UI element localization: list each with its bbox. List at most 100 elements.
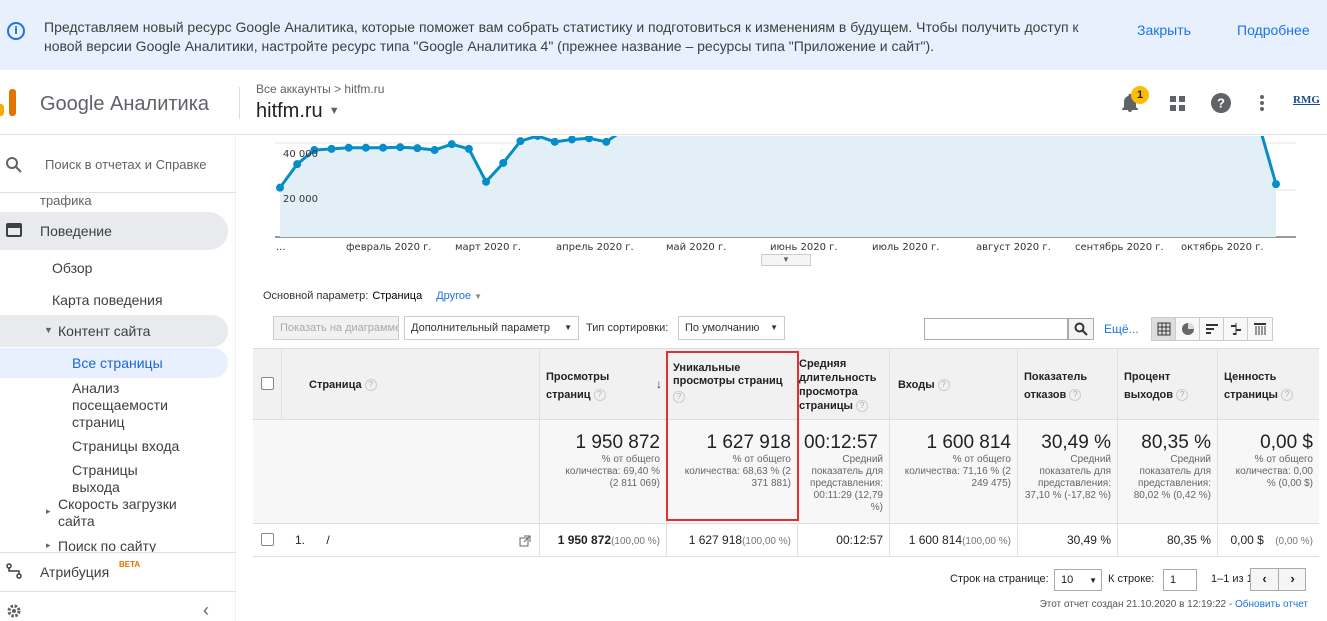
- open-external-icon[interactable]: [519, 535, 531, 547]
- help-icon[interactable]: ?: [1210, 92, 1232, 114]
- help-icon[interactable]: ?: [1069, 389, 1082, 402]
- triangle-right-icon: ▸: [46, 506, 51, 516]
- collapse-chevron-icon[interactable]: ‹: [203, 600, 209, 621]
- data-point[interactable]: [602, 137, 611, 146]
- sidebar-item-label: Контент сайта: [58, 323, 151, 339]
- help-icon[interactable]: ?: [1280, 389, 1293, 402]
- x-tick-label: ...: [276, 242, 286, 253]
- primary-dimension-current: Страница: [372, 290, 423, 302]
- sidebar-item-content-drilldown[interactable]: Анализ посещаемости страниц: [72, 380, 192, 431]
- prev-page-chevron-icon[interactable]: ‹: [1251, 569, 1279, 590]
- sidebar-item-exit-pages[interactable]: Страницы выхода: [72, 462, 162, 496]
- sidebar-item-all-pages[interactable]: Все страницы: [0, 348, 228, 378]
- row-checkbox[interactable]: [261, 533, 274, 546]
- help-icon[interactable]: ?: [937, 379, 950, 392]
- sidebar-item-behavior-flow[interactable]: Карта поведения: [52, 292, 163, 308]
- search-icon: [6, 157, 22, 173]
- sort-type-label: Тип сортировки:: [586, 322, 669, 334]
- data-point[interactable]: [516, 137, 525, 146]
- plot-rows-button[interactable]: Показать на диаграмме: [273, 316, 399, 340]
- cell-page: 1. /: [281, 524, 539, 557]
- data-point[interactable]: [550, 137, 559, 146]
- col-page[interactable]: Страница ?: [281, 349, 539, 421]
- cell-bounce-rate: 30,49 %: [1017, 524, 1117, 557]
- help-icon[interactable]: ?: [855, 400, 868, 413]
- pie-view-icon[interactable]: [1176, 318, 1200, 340]
- sidebar-item-site-speed[interactable]: ▸ Скорость загрузки сайта: [0, 496, 236, 530]
- triangle-down-icon: ▼: [44, 325, 53, 335]
- total-value: 0,00 $: [1260, 432, 1313, 453]
- settings-gear-icon[interactable]: [6, 603, 22, 619]
- data-point[interactable]: [1272, 180, 1280, 189]
- total-pageviews: 1 950 872% от общего количества: 69,40 %…: [539, 420, 666, 524]
- refresh-report-link[interactable]: Обновить отчет: [1235, 599, 1308, 610]
- col-pageviews[interactable]: Просмотры страниц ? ↓: [539, 349, 666, 421]
- data-point[interactable]: [499, 158, 508, 167]
- data-point[interactable]: [276, 183, 284, 192]
- comparison-view-icon[interactable]: [1224, 318, 1248, 340]
- data-point[interactable]: [361, 143, 370, 152]
- rows-per-page-select[interactable]: 10 ▼: [1054, 569, 1102, 591]
- info-icon: i: [7, 22, 25, 40]
- data-point[interactable]: [464, 144, 473, 153]
- total-value: 80,35 %: [1141, 432, 1211, 453]
- breadcrumb[interactable]: Все аккаунты > hitfm.ru: [256, 82, 384, 96]
- data-point[interactable]: [413, 144, 422, 153]
- cell-value: 0,00 $: [1230, 533, 1264, 547]
- sidebar-item-landing-pages[interactable]: Страницы входа: [72, 438, 179, 454]
- data-point[interactable]: [293, 160, 302, 169]
- col-page-value[interactable]: Ценность страницы ?: [1217, 349, 1319, 421]
- performance-view-icon[interactable]: [1200, 318, 1224, 340]
- report-search[interactable]: Поиск в отчетах и Справке: [0, 150, 236, 180]
- sidebar-item-attribution[interactable]: Атрибуция BETA: [0, 560, 236, 584]
- total-value: 1 950 872: [575, 432, 660, 453]
- y-tick-label: 20 000: [283, 194, 318, 205]
- next-page-chevron-icon[interactable]: ›: [1279, 569, 1306, 590]
- select-all-checkbox[interactable]: [261, 377, 274, 390]
- total-page-value: 0,00 $% от общего количества: 0,00 % (0,…: [1217, 420, 1319, 524]
- col-entrances[interactable]: Входы ?: [889, 349, 1017, 421]
- help-icon[interactable]: ?: [593, 389, 606, 402]
- data-point[interactable]: [379, 143, 388, 152]
- chart-resize-handle[interactable]: ▼: [761, 254, 811, 266]
- data-point[interactable]: [327, 144, 336, 153]
- other-dimension-dropdown[interactable]: Другое: [436, 290, 471, 302]
- col-avg-time[interactable]: Средняя длительность просмотра страницы …: [797, 349, 889, 421]
- sidebar-item-overview[interactable]: Обзор: [52, 260, 92, 276]
- data-point[interactable]: [396, 143, 405, 152]
- account-logo[interactable]: RMG: [1293, 94, 1320, 106]
- table-search-button[interactable]: [1068, 318, 1094, 340]
- total-note: % от общего количества: 71,16 % (2 249 4…: [904, 454, 1011, 489]
- sidebar-item-site-content[interactable]: ▼ Контент сайта: [0, 315, 228, 347]
- table-search-input[interactable]: [924, 318, 1068, 340]
- cell-page-value: 0,00 $ (0,00 %): [1217, 524, 1319, 557]
- more-vert-icon[interactable]: [1251, 92, 1273, 114]
- secondary-dimension-dropdown[interactable]: Дополнительный параметр ▼: [404, 316, 579, 340]
- line-chart: 40 000 20 000 ... февраль 2020 г. март 2…: [253, 110, 1327, 266]
- help-icon[interactable]: ?: [1176, 389, 1189, 402]
- sidebar-item-site-search[interactable]: ▸ Поиск по сайту: [0, 538, 236, 552]
- data-point[interactable]: [344, 143, 353, 152]
- details-banner-link[interactable]: Подробнее: [1237, 22, 1310, 38]
- data-point[interactable]: [430, 146, 439, 155]
- help-icon[interactable]: ?: [364, 379, 377, 392]
- advanced-link[interactable]: Ещё...: [1104, 322, 1139, 336]
- data-point[interactable]: [447, 140, 456, 149]
- sidebar-item-traffic-partial[interactable]: трафика: [40, 193, 92, 208]
- apps-grid-icon[interactable]: [1167, 92, 1189, 114]
- cell-pct: (100,00 %): [742, 536, 791, 547]
- data-point[interactable]: [482, 177, 491, 186]
- col-exit-rate[interactable]: Процент выходов ?: [1117, 349, 1217, 421]
- close-banner-button[interactable]: Закрыть: [1137, 22, 1191, 38]
- attribution-icon: [6, 563, 22, 579]
- banner-message: Представляем новый ресурс Google Аналити…: [44, 19, 1079, 54]
- col-bounce-rate[interactable]: Показатель отказов ?: [1017, 349, 1117, 421]
- goto-row-input[interactable]: 1: [1163, 569, 1197, 591]
- sidebar-item-behavior[interactable]: Поведение: [0, 212, 228, 250]
- property-selector[interactable]: hitfm.ru ▼: [256, 100, 340, 123]
- page-link[interactable]: /: [326, 533, 329, 547]
- table-view-icon[interactable]: [1152, 318, 1176, 340]
- pivot-view-icon[interactable]: [1248, 318, 1272, 340]
- sort-type-dropdown[interactable]: По умолчанию ▼: [678, 316, 785, 340]
- total-value: 00:12:57: [804, 432, 878, 453]
